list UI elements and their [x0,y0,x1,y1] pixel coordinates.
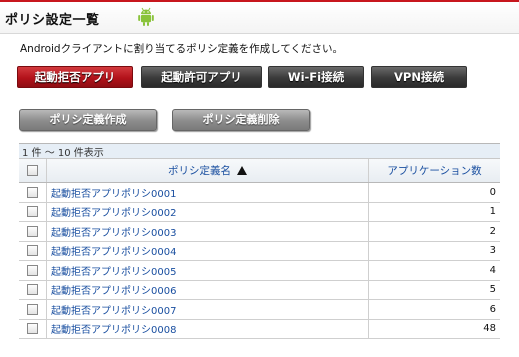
sort-by-app-count-header[interactable]: アプリケーション数 [387,163,481,178]
row-checkbox[interactable] [27,303,38,315]
policy-name-link[interactable]: 起動拒否アプリポリシ0008 [51,321,176,336]
app-count-value: 5 [489,284,496,296]
table-row: 起動拒否アプリポリシ0003 2 [19,222,500,242]
row-checkbox[interactable] [27,225,38,237]
delete-policy-button[interactable]: ポリシ定義削除 [172,109,310,131]
sort-by-name-header[interactable]: ポリシ定義名 [168,163,231,178]
android-icon [138,7,154,26]
table-row: 起動拒否アプリポリシ0006 5 [19,280,500,300]
result-count-text: 1 件 ～ 10 件表示 [22,148,104,159]
tab-launch-allow-apps[interactable]: 起動許可アプリ [141,66,262,88]
policy-name-link[interactable]: 起動拒否アプリポリシ0003 [51,224,176,239]
row-checkbox[interactable] [27,206,38,218]
page-header: ポリシ設定一覧 [0,0,519,34]
tab-vpn-connection[interactable]: VPN接続 [371,66,467,88]
table-row: 起動拒否アプリポリシ0002 1 [19,202,500,222]
policy-name-link[interactable]: 起動拒否アプリポリシ0001 [51,185,176,200]
app-count-value: 2 [489,225,496,237]
policy-name-link[interactable]: 起動拒否アプリポリシ0007 [51,302,176,317]
table-row: 起動拒否アプリポリシ0007 6 [19,300,500,320]
app-count-value: 1 [489,206,496,218]
tab-launch-deny-apps[interactable]: 起動拒否アプリ [17,66,133,88]
table-header-row: ポリシ定義名 アプリケーション数 [19,159,500,183]
policy-table: ポリシ定義名 アプリケーション数 起動拒否アプリポリシ0001 0 起動拒否アプリポ… [19,143,500,339]
table-row: 起動拒否アプリポリシ0001 0 [19,183,500,203]
app-count-value: 3 [489,245,496,257]
select-all-checkbox[interactable] [27,165,38,176]
row-checkbox[interactable] [27,264,38,276]
app-count-value: 48 [483,323,496,335]
policy-name-link[interactable]: 起動拒否アプリポリシ0006 [51,282,176,297]
policy-name-link[interactable]: 起動拒否アプリポリシ0002 [51,204,176,219]
table-row: 起動拒否アプリポリシ0008 48 [19,319,500,339]
app-count-value: 6 [489,303,496,315]
create-policy-button[interactable]: ポリシ定義作成 [19,109,157,131]
policy-name-link[interactable]: 起動拒否アプリポリシ0004 [51,243,176,258]
table-row: 起動拒否アプリポリシ0004 3 [19,241,500,261]
sort-ascending-icon[interactable] [237,166,247,175]
app-count-value: 4 [489,264,496,276]
row-checkbox[interactable] [27,284,38,296]
app-count-value: 0 [489,186,496,198]
tab-wifi-connection[interactable]: Wi-Fi接続 [268,66,364,88]
row-checkbox[interactable] [27,186,38,198]
page-title: ポリシ設定一覧 [5,13,100,28]
table-row: 起動拒否アプリポリシ0005 4 [19,261,500,281]
row-checkbox[interactable] [27,323,38,335]
instruction-text: Androidクライアントに割り当てるポリシ定義を作成してください。 [20,43,344,55]
policy-name-link[interactable]: 起動拒否アプリポリシ0005 [51,263,176,278]
row-checkbox[interactable] [27,245,38,257]
